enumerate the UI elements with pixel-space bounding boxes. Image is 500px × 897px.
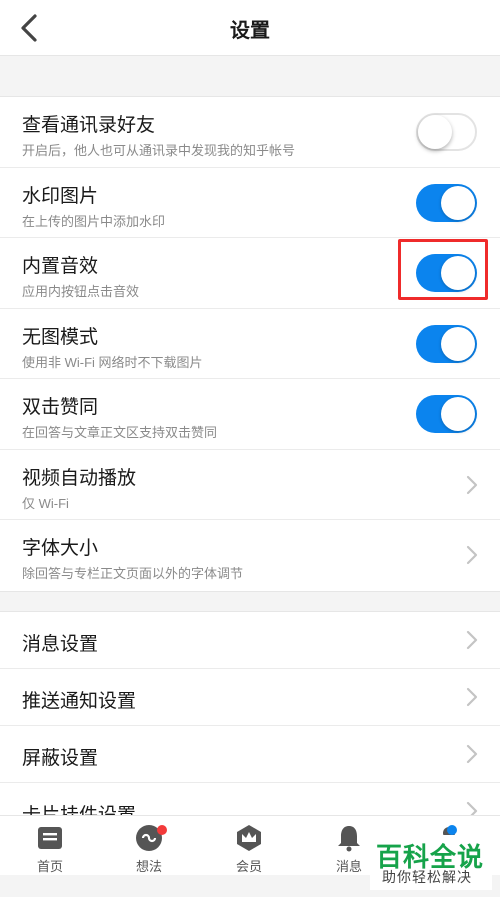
chevron-right-icon [466,744,478,764]
tab-home[interactable]: 首页 [0,816,100,876]
setting-subtitle: 仅 Wi-Fi [22,495,69,511]
setting-row-contacts[interactable]: 查看通讯录好友 开启后，他人也可从通讯录中发现我的知乎帐号 [0,97,500,168]
notification-badge [157,825,167,835]
watermark-logo: 百科全说 助你轻松解决 [370,835,492,890]
menu-row-block-settings[interactable]: 屏蔽设置 [0,726,500,783]
tab-label: 首页 [36,859,63,874]
menu-row-message-settings[interactable]: 消息设置 [0,612,500,669]
settings-group: 查看通讯录好友 开启后，他人也可从通讯录中发现我的知乎帐号 水印图片 在上传的图… [0,96,500,592]
chevron-right-icon [466,545,478,565]
contacts-toggle[interactable] [416,113,477,151]
menu-row-push-settings[interactable]: 推送通知设置 [0,669,500,726]
setting-title: 无图模式 [22,326,99,348]
tab-vip[interactable]: 会员 [199,816,299,876]
setting-row-autoplay[interactable]: 视频自动播放 仅 Wi-Fi [0,450,500,520]
watermark-subtitle: 助你轻松解决 [382,869,472,885]
menu-title: 消息设置 [22,634,99,655]
chevron-right-icon [466,687,478,707]
vip-crown-icon [237,825,261,851]
setting-row-watermark[interactable]: 水印图片 在上传的图片中添加水印 [0,168,500,238]
setting-title: 双击赞同 [22,397,99,418]
menu-title: 屏蔽设置 [22,748,99,769]
setting-title: 字体大小 [22,538,99,559]
setting-subtitle: 在上传的图片中添加水印 [22,213,166,229]
setting-subtitle: 在回答与文章正文区支持双击赞同 [22,425,218,440]
menu-row-card-settings[interactable]: 卡片挂件设置 [0,783,500,815]
setting-title: 视频自动播放 [22,467,137,489]
chevron-right-icon [466,801,478,815]
setting-title: 内置音效 [22,256,99,277]
double-tap-toggle[interactable] [416,395,477,433]
chevron-right-icon [466,475,478,494]
tab-label: 想法 [135,859,162,874]
setting-row-no-image[interactable]: 无图模式 使用非 Wi-Fi 网络时不下载图片 [0,309,500,379]
tab-label: 会员 [235,859,262,874]
setting-row-font-size[interactable]: 字体大小 除回答与专栏正文页面以外的字体调节 [0,520,500,591]
setting-title: 查看通讯录好友 [22,115,156,136]
bell-icon [338,826,360,852]
notification-badge [447,825,457,835]
chevron-right-icon [466,630,478,650]
no-image-toggle[interactable] [416,324,477,363]
setting-subtitle: 开启后，他人也可从通讯录中发现我的知乎帐号 [22,143,296,158]
tab-ideas[interactable]: 想法 [99,816,199,876]
watermark-toggle[interactable] [416,183,477,222]
setting-subtitle: 应用内按钮点击音效 [22,284,140,299]
menu-title: 推送通知设置 [22,691,137,712]
nav-bar: 设置 [0,0,500,56]
menu-group: 消息设置 推送通知设置 屏蔽设置 卡片挂件设置 [0,611,500,815]
setting-subtitle: 除回答与专栏正文页面以外的字体调节 [22,566,244,581]
page-title: 设置 [230,20,270,42]
setting-title: 水印图片 [22,185,99,207]
highlight-box [398,239,488,300]
home-icon [38,827,62,849]
setting-row-double-tap[interactable]: 双击赞同 在回答与文章正文区支持双击赞同 [0,379,500,450]
setting-subtitle: 使用非 Wi-Fi 网络时不下载图片 [22,354,203,370]
menu-title: 卡片挂件设置 [22,800,136,815]
